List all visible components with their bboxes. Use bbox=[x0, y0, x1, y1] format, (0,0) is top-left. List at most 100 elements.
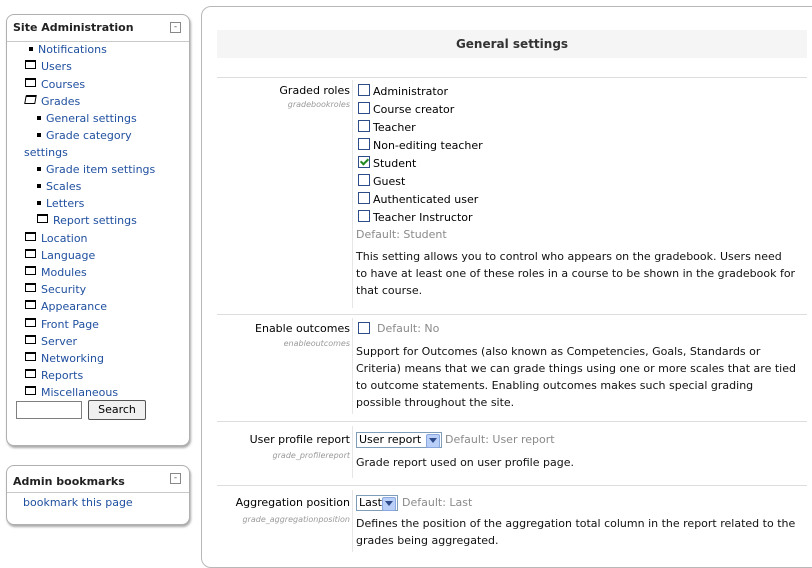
page-title: General settings bbox=[455, 37, 569, 51]
divider bbox=[352, 490, 353, 552]
folder-icon bbox=[25, 232, 36, 241]
nav-item-general-settings[interactable]: General settings bbox=[37, 112, 137, 125]
nav-item-label: Front Page bbox=[41, 318, 99, 331]
nav-item-server[interactable]: Server bbox=[25, 335, 77, 348]
nav-item-label: settings bbox=[24, 146, 68, 159]
nav-item-report-settings[interactable]: Report settings bbox=[37, 214, 137, 227]
nav-item-grade-item-settings[interactable]: Grade item settings bbox=[37, 163, 155, 176]
checkbox-icon[interactable] bbox=[358, 210, 370, 222]
role-checkbox-administrator[interactable]: Administrator bbox=[358, 84, 448, 98]
nav-item-label: Security bbox=[41, 283, 87, 296]
nav-item-modules[interactable]: Modules bbox=[25, 266, 87, 279]
nav-item-courses[interactable]: Courses bbox=[25, 78, 85, 91]
graded-roles-description: This setting allows you to control who a… bbox=[356, 250, 796, 297]
block-header: Site Administration - bbox=[7, 15, 189, 42]
nav-item-appearance[interactable]: Appearance bbox=[25, 300, 107, 313]
role-checkbox-authenticated-user[interactable]: Authenticated user bbox=[358, 192, 478, 206]
role-checkbox-teacher-instructor[interactable]: Teacher Instructor bbox=[358, 210, 473, 224]
role-checkbox-non-editing-teacher[interactable]: Non-editing teacher bbox=[358, 138, 483, 152]
enable-outcomes-label: Enable outcomes bbox=[255, 322, 350, 335]
role-label: Administrator bbox=[373, 85, 448, 98]
role-label: Guest bbox=[373, 175, 406, 188]
nav-item-reports[interactable]: Reports bbox=[25, 369, 83, 382]
role-label: Teacher bbox=[373, 121, 416, 134]
checkbox-icon[interactable] bbox=[358, 138, 370, 150]
bullet-icon bbox=[37, 184, 41, 188]
nav-item-label: General settings bbox=[46, 112, 137, 125]
block-title: Admin bookmarks bbox=[13, 475, 125, 488]
checkbox-icon[interactable] bbox=[358, 84, 370, 96]
role-label: Course creator bbox=[373, 103, 455, 116]
nav-item-letters[interactable]: Letters bbox=[37, 197, 84, 210]
aggregation-position-label: Aggregation position bbox=[235, 496, 350, 509]
nav-item-label: Scales bbox=[46, 180, 82, 193]
graded-roles-label: Graded roles bbox=[279, 84, 350, 97]
nav-item-notifications[interactable]: Notifications bbox=[29, 43, 107, 56]
collapse-toggle-icon[interactable]: - bbox=[170, 473, 181, 484]
chevron-down-icon[interactable] bbox=[382, 497, 396, 511]
nav-item-label: Networking bbox=[41, 352, 104, 365]
role-label: Student bbox=[373, 157, 417, 170]
checkbox-icon[interactable] bbox=[358, 192, 370, 204]
checkbox-icon[interactable] bbox=[358, 322, 370, 334]
nav-item-label: Grade item settings bbox=[46, 163, 156, 176]
folder-icon bbox=[25, 386, 36, 395]
divider bbox=[217, 77, 807, 78]
chevron-down-icon[interactable] bbox=[426, 434, 440, 448]
role-checkbox-teacher[interactable]: Teacher bbox=[358, 120, 416, 134]
collapse-toggle-icon[interactable]: - bbox=[170, 22, 181, 33]
aggregation-position-select[interactable]: Last bbox=[356, 495, 398, 511]
nav-item-label: Report settings bbox=[53, 214, 137, 227]
bullet-icon bbox=[29, 47, 33, 51]
nav-item-label: Grades bbox=[41, 95, 81, 108]
user-profile-report-label: User profile report bbox=[249, 433, 350, 446]
nav-item-networking[interactable]: Networking bbox=[25, 352, 104, 365]
folder-icon bbox=[37, 214, 48, 223]
nav-item-scales[interactable]: Scales bbox=[37, 180, 81, 193]
divider bbox=[352, 426, 353, 478]
nav-item-grade-category-settings[interactable]: Grade category bbox=[37, 129, 132, 142]
enable-outcomes-checkbox[interactable] bbox=[358, 322, 373, 336]
aggregation-position-default: Default: Last bbox=[402, 496, 473, 509]
folder-icon bbox=[25, 369, 36, 378]
folder-icon bbox=[25, 78, 36, 87]
divider bbox=[352, 80, 353, 308]
nav-item-label: Letters bbox=[46, 197, 85, 210]
nav-item-label: Users bbox=[41, 60, 72, 73]
enable-outcomes-setting-name: enableoutcomes bbox=[283, 339, 350, 348]
nav-item-miscellaneous[interactable]: Miscellaneous bbox=[25, 386, 118, 399]
select-value: Last bbox=[359, 496, 382, 509]
user-profile-report-setting-name: grade_profilereport bbox=[272, 451, 350, 460]
nav-item-grade-category-settings-cont[interactable]: settings bbox=[24, 146, 68, 159]
checkbox-icon[interactable] bbox=[358, 174, 370, 186]
graded-roles-setting-name: gradebookroles bbox=[287, 100, 350, 109]
role-label: Teacher Instructor bbox=[373, 211, 473, 224]
folder-icon bbox=[25, 335, 36, 344]
search-input[interactable] bbox=[16, 401, 82, 419]
role-checkbox-course-creator[interactable]: Course creator bbox=[358, 102, 454, 116]
bullet-icon bbox=[37, 201, 41, 205]
nav-item-language[interactable]: Language bbox=[25, 249, 95, 262]
checkbox-icon[interactable] bbox=[358, 102, 370, 114]
checkbox-checked-icon[interactable] bbox=[358, 156, 370, 168]
nav-item-grades[interactable]: Grades bbox=[24, 95, 81, 108]
nav-item-label: Miscellaneous bbox=[41, 386, 119, 399]
divider bbox=[217, 485, 807, 486]
bullet-icon bbox=[37, 167, 41, 171]
select-value: User report bbox=[359, 433, 422, 446]
bookmark-this-page-link[interactable]: bookmark this page bbox=[23, 496, 133, 509]
nav-item-location[interactable]: Location bbox=[25, 232, 88, 245]
nav-item-security[interactable]: Security bbox=[25, 283, 86, 296]
role-checkbox-guest[interactable]: Guest bbox=[358, 174, 405, 188]
nav-item-label: Notifications bbox=[38, 43, 107, 56]
checkbox-icon[interactable] bbox=[358, 120, 370, 132]
nav-item-users[interactable]: Users bbox=[25, 60, 72, 73]
folder-icon bbox=[25, 283, 36, 292]
role-checkbox-student[interactable]: Student bbox=[358, 156, 416, 170]
nav-item-front-page[interactable]: Front Page bbox=[25, 318, 99, 331]
block-title: Site Administration bbox=[13, 21, 134, 34]
folder-icon bbox=[25, 266, 36, 275]
search-button[interactable]: Search bbox=[88, 400, 146, 420]
nav-item-label: Grade category bbox=[46, 129, 132, 142]
user-profile-report-select[interactable]: User report bbox=[356, 432, 442, 448]
